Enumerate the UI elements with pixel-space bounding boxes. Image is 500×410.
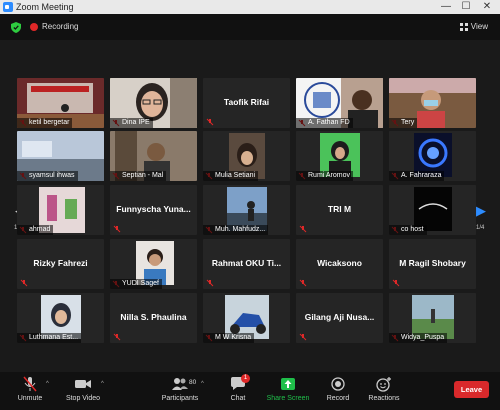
meeting-topbar: Recording View (0, 14, 500, 40)
window-title: Zoom Meeting (16, 2, 74, 12)
participant-name: Widya_Puspa (389, 333, 448, 343)
participant-tile[interactable]: A. Fahraraza (389, 131, 476, 181)
participant-tile[interactable]: Widya_Puspa (389, 293, 476, 343)
view-button[interactable]: View (459, 22, 488, 32)
reactions-label: Reactions (368, 395, 400, 402)
muted-mic-icon (113, 225, 121, 233)
next-page-arrow-icon[interactable]: ▶ (476, 203, 486, 219)
participant-tile[interactable]: Rizky Fahrezi (17, 239, 104, 289)
unmute-button[interactable]: Unmute (0, 376, 60, 403)
minimize-button[interactable]: — (436, 0, 456, 14)
page-indicator-right: 1/4 (476, 225, 485, 231)
window-titlebar: Zoom Meeting — ☐ ✕ (0, 0, 500, 14)
participant-name-centered: TRI M (327, 204, 352, 214)
muted-microphone-icon (23, 376, 37, 392)
record-icon (331, 377, 345, 391)
participant-name-centered: M Ragil Shobary (399, 258, 466, 268)
view-label: View (470, 22, 488, 31)
reactions-button[interactable]: Reactions (354, 376, 414, 403)
participant-tile[interactable]: Rahmat OKU Ti... (203, 239, 290, 289)
muted-mic-icon (299, 225, 307, 233)
participant-tile[interactable]: YUDI Sagef (110, 239, 197, 289)
participants-label: Participants (161, 395, 199, 402)
meeting-toolbar: Unmute ^ Stop Video ^ Participants 80 ^ … (0, 372, 500, 410)
participant-name: YUDI Sagef (110, 279, 162, 289)
participant-tile[interactable]: Tery (389, 78, 476, 128)
participant-name: ahmad (17, 225, 54, 235)
participant-name: Muh. Mahfudz... (203, 225, 269, 235)
participant-tile[interactable]: co host (389, 185, 476, 235)
recording-label: Recording (42, 22, 79, 31)
participant-name-centered: Taofik Rifai (223, 97, 270, 107)
participant-name: Rumi Aromov (296, 171, 354, 181)
stop-video-label: Stop Video (65, 395, 101, 402)
participant-tile[interactable]: Funnyscha Yuna... (110, 185, 197, 235)
recording-indicator: Recording (30, 22, 78, 32)
participant-name-centered: Wicaksono (317, 258, 362, 268)
participant-name-centered: Rahmat OKU Ti... (211, 258, 282, 268)
participant-tile[interactable]: Mulia Setiani (203, 131, 290, 181)
chat-unread-badge: 1 (241, 374, 250, 383)
participant-name: Septian - Mal (110, 171, 167, 181)
participant-tile-active-speaker[interactable]: Dina IPE (110, 78, 197, 128)
participant-tile[interactable]: Muh. Mahfudz... (203, 185, 290, 235)
participant-tile[interactable]: TRI M (296, 185, 383, 235)
participant-tile[interactable]: Nilla S. Phaulina (110, 293, 197, 343)
participant-name: A. Fathan FD (296, 118, 353, 128)
participant-name: Mulia Setiani (203, 171, 259, 181)
muted-mic-icon (299, 279, 307, 287)
participant-name-centered: Gilang Aji Nusa... (304, 312, 375, 322)
leave-meeting-button[interactable]: Leave (454, 381, 489, 398)
participant-tile[interactable]: Gilang Aji Nusa... (296, 293, 383, 343)
participant-name: Tery (389, 118, 418, 128)
participant-name-centered: Nilla S. Phaulina (120, 312, 187, 322)
recording-dot-icon (30, 23, 38, 31)
participant-tile[interactable]: syamsul ihwas (17, 131, 104, 181)
participant-name: Dina IPE (110, 118, 153, 128)
stop-video-button[interactable]: Stop Video (53, 376, 113, 403)
participants-options-caret-icon[interactable]: ^ (201, 381, 204, 387)
participant-name: M W Krisna (203, 333, 255, 343)
close-button[interactable]: ✕ (477, 0, 497, 14)
video-camera-icon (75, 380, 91, 388)
muted-mic-icon (20, 279, 28, 287)
muted-mic-icon (392, 279, 400, 287)
participant-tile[interactable]: Wicaksono (296, 239, 383, 289)
participant-name: A. Fahraraza (389, 171, 445, 181)
maximize-button[interactable]: ☐ (456, 0, 476, 14)
unmute-label: Unmute (17, 395, 43, 402)
video-options-caret-icon[interactable]: ^ (101, 381, 104, 387)
chat-icon-wrap: 1 (229, 374, 250, 392)
participant-name: ketil bergetar (17, 118, 73, 128)
participant-tile[interactable]: M Ragil Shobary (389, 239, 476, 289)
share-screen-icon (281, 378, 295, 390)
reactions-smiley-icon (376, 377, 391, 392)
muted-mic-icon (206, 118, 214, 126)
zoom-app-icon (3, 2, 13, 12)
participant-name-centered: Rizky Fahrezi (33, 258, 88, 268)
muted-mic-icon (113, 333, 121, 341)
participant-tile[interactable]: M W Krisna (203, 293, 290, 343)
muted-mic-icon (299, 333, 307, 341)
participants-icon (172, 378, 188, 390)
grid-view-icon (459, 23, 468, 31)
participant-tile[interactable]: Taofik Rifai (203, 78, 290, 128)
participant-tile[interactable]: Luthmana Est... (17, 293, 104, 343)
participant-name: Luthmana Est... (17, 333, 82, 343)
participant-name: syamsul ihwas (17, 171, 78, 181)
security-shield-icon[interactable] (11, 22, 21, 33)
participant-name: co host (389, 225, 427, 235)
participant-tile[interactable]: ahmad (17, 185, 104, 235)
participant-tile[interactable]: A. Fathan FD (296, 78, 383, 128)
audio-options-caret-icon[interactable]: ^ (46, 381, 49, 387)
participant-tile[interactable]: ketil bergetar (17, 78, 104, 128)
participants-count: 80 (189, 379, 197, 386)
participant-tile[interactable]: Rumi Aromov (296, 131, 383, 181)
participant-name-centered: Funnyscha Yuna... (116, 204, 191, 214)
muted-mic-icon (206, 279, 214, 287)
participant-tile[interactable]: Septian - Mal (110, 131, 197, 181)
